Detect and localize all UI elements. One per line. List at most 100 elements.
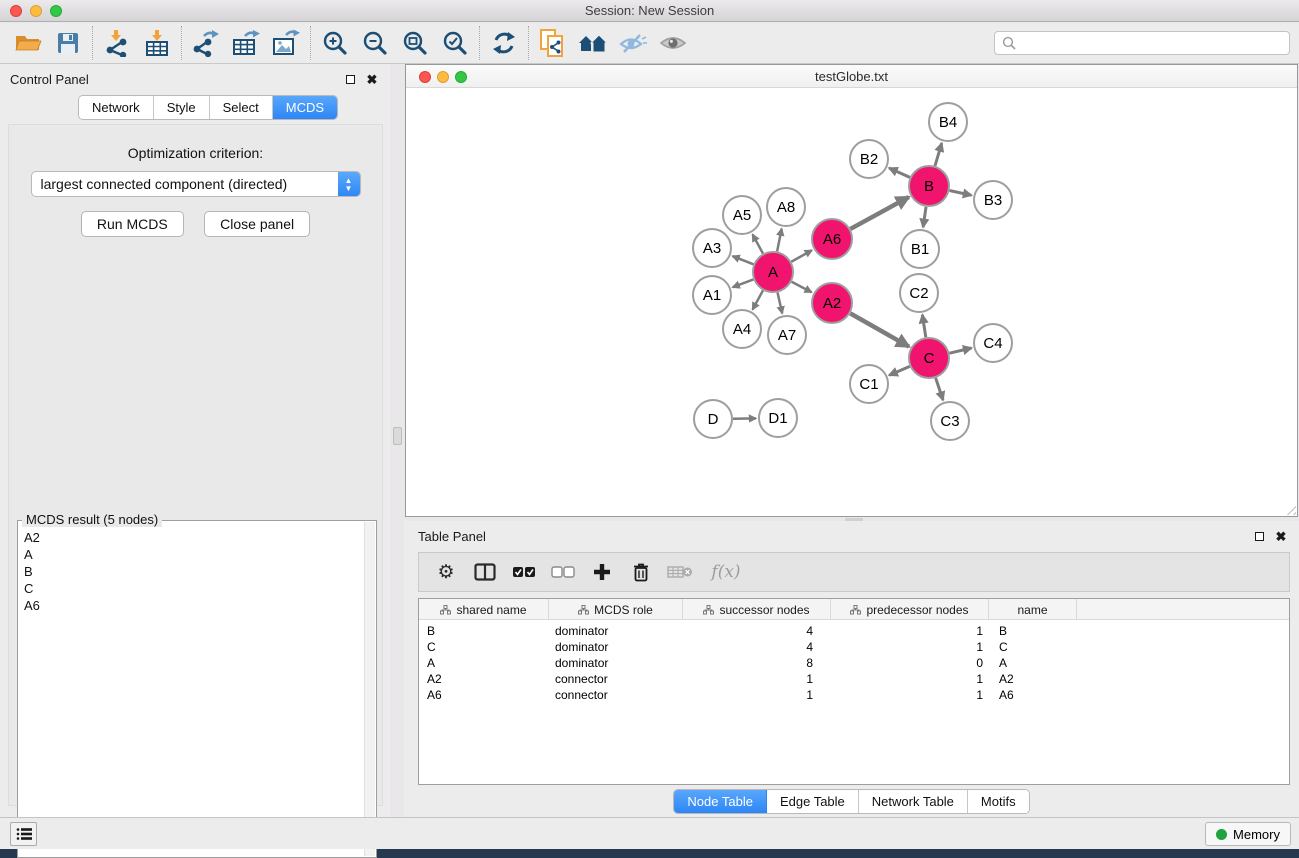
graph-node-C4[interactable]: C4 bbox=[974, 324, 1012, 362]
graph-node-A6[interactable]: A6 bbox=[812, 219, 852, 259]
column-header-name[interactable]: name bbox=[989, 599, 1077, 620]
table-cell[interactable]: 0 bbox=[831, 655, 989, 671]
graph-node-A8[interactable]: A8 bbox=[767, 188, 805, 226]
result-item[interactable]: A2 bbox=[20, 529, 364, 546]
graph-edge-A-A2[interactable] bbox=[792, 282, 812, 293]
show-all-button[interactable] bbox=[653, 27, 693, 59]
column-header-predecessor-nodes[interactable]: predecessor nodes bbox=[831, 599, 989, 620]
graph-edge-B-B4[interactable] bbox=[935, 143, 942, 166]
function-builder-button[interactable]: f(x) bbox=[704, 558, 748, 586]
zoom-in-button[interactable] bbox=[315, 27, 355, 59]
graph-node-D1[interactable]: D1 bbox=[759, 399, 797, 437]
graph-node-B2[interactable]: B2 bbox=[850, 140, 888, 178]
graph-node-B3[interactable]: B3 bbox=[974, 181, 1012, 219]
tab-network[interactable]: Network bbox=[79, 96, 154, 119]
table-cell[interactable]: 1 bbox=[683, 671, 831, 687]
table-cell[interactable]: dominator bbox=[549, 655, 683, 671]
close-panel-button[interactable]: ✖ bbox=[364, 71, 380, 87]
delete-column-button[interactable] bbox=[626, 558, 656, 586]
save-session-button[interactable] bbox=[48, 27, 88, 59]
new-network-from-selection-button[interactable] bbox=[533, 27, 573, 59]
unselect-all-button[interactable] bbox=[548, 558, 578, 586]
table-row[interactable]: A6connector11A6 bbox=[419, 687, 1289, 703]
add-column-button[interactable] bbox=[587, 558, 617, 586]
graph-node-C3[interactable]: C3 bbox=[931, 402, 969, 440]
graph-edge-B-B1[interactable] bbox=[923, 207, 926, 227]
result-item[interactable]: C bbox=[20, 580, 364, 597]
table-cell[interactable]: 4 bbox=[683, 623, 831, 639]
table-cell[interactable]: B bbox=[419, 623, 549, 639]
tab-node-table[interactable]: Node Table bbox=[674, 790, 767, 813]
table-cell[interactable]: connector bbox=[549, 671, 683, 687]
table-row[interactable]: Cdominator41C bbox=[419, 639, 1289, 655]
graph-edge-C-C4[interactable] bbox=[949, 348, 971, 353]
column-header-shared-name[interactable]: shared name bbox=[419, 599, 549, 620]
graph-node-B[interactable]: B bbox=[909, 166, 949, 206]
open-session-button[interactable] bbox=[8, 27, 48, 59]
export-image-button[interactable] bbox=[266, 27, 306, 59]
graph-edge-A-A7[interactable] bbox=[778, 292, 783, 313]
table-cell[interactable]: dominator bbox=[549, 639, 683, 655]
table-cell[interactable]: 1 bbox=[683, 687, 831, 703]
result-item[interactable]: A6 bbox=[20, 597, 364, 614]
graph-node-A5[interactable]: A5 bbox=[723, 196, 761, 234]
graph-node-D[interactable]: D bbox=[694, 400, 732, 438]
tab-mcds[interactable]: MCDS bbox=[273, 96, 337, 119]
criterion-dropdown[interactable]: largest connected component (directed) ▲… bbox=[31, 171, 361, 197]
run-mcds-button[interactable]: Run MCDS bbox=[81, 211, 184, 237]
column-header-successor-nodes[interactable]: successor nodes bbox=[683, 599, 831, 620]
vertical-split-handle[interactable] bbox=[393, 427, 402, 445]
graph-edge-A-A5[interactable] bbox=[753, 234, 763, 253]
zoom-fit-button[interactable] bbox=[395, 27, 435, 59]
graph-edge-A-A6[interactable] bbox=[791, 250, 812, 262]
graph-edge-A2-C[interactable] bbox=[850, 313, 909, 346]
table-cell[interactable]: dominator bbox=[549, 623, 683, 639]
zoom-selected-button[interactable] bbox=[435, 27, 475, 59]
graph-edge-B-B2[interactable] bbox=[889, 168, 910, 177]
table-row[interactable]: Adominator80A bbox=[419, 655, 1289, 671]
graph-node-B4[interactable]: B4 bbox=[929, 103, 967, 141]
graph-node-A1[interactable]: A1 bbox=[693, 276, 731, 314]
graph-node-A3[interactable]: A3 bbox=[693, 229, 731, 267]
table-cell[interactable]: A2 bbox=[989, 671, 1077, 687]
export-network-button[interactable] bbox=[186, 27, 226, 59]
export-table-button[interactable] bbox=[226, 27, 266, 59]
table-cell[interactable]: A6 bbox=[419, 687, 549, 703]
graph-node-C[interactable]: C bbox=[909, 338, 949, 378]
graph-edge-C-C2[interactable] bbox=[922, 315, 925, 338]
import-network-button[interactable] bbox=[97, 27, 137, 59]
table-row[interactable]: A2connector11A2 bbox=[419, 671, 1289, 687]
result-item[interactable]: A bbox=[20, 546, 364, 563]
select-all-button[interactable] bbox=[509, 558, 539, 586]
table-settings-button[interactable]: ⚙ bbox=[431, 558, 461, 586]
search-input[interactable] bbox=[1020, 33, 1289, 53]
table-cell[interactable]: B bbox=[989, 623, 1077, 639]
delete-table-button[interactable] bbox=[665, 558, 695, 586]
graph-edge-A-A1[interactable] bbox=[733, 279, 754, 287]
memory-button[interactable]: Memory bbox=[1205, 822, 1291, 846]
table-cell[interactable]: 1 bbox=[831, 639, 989, 655]
table-cell[interactable]: 4 bbox=[683, 639, 831, 655]
zoom-out-button[interactable] bbox=[355, 27, 395, 59]
graph-edge-C-C3[interactable] bbox=[936, 378, 943, 400]
network-canvas[interactable]: B4B2BB3A8A5A6A3B1AA1C2A2A4A7C4CC1DD1C3 bbox=[407, 89, 1296, 515]
refresh-view-button[interactable] bbox=[484, 27, 524, 59]
graph-edge-A-A3[interactable] bbox=[732, 256, 753, 264]
graph-node-C1[interactable]: C1 bbox=[850, 365, 888, 403]
graph-edge-A-A8[interactable] bbox=[777, 229, 782, 252]
show-panels-button[interactable] bbox=[10, 822, 37, 846]
first-neighbors-button[interactable] bbox=[573, 27, 613, 59]
result-list-scrollbar[interactable] bbox=[364, 522, 375, 856]
table-cell[interactable]: A2 bbox=[419, 671, 549, 687]
table-cell[interactable]: 1 bbox=[831, 687, 989, 703]
result-item[interactable]: B bbox=[20, 563, 364, 580]
column-view-button[interactable] bbox=[470, 558, 500, 586]
table-cell[interactable]: 1 bbox=[831, 623, 989, 639]
graph-node-A2[interactable]: A2 bbox=[812, 283, 852, 323]
import-table-button[interactable] bbox=[137, 27, 177, 59]
tab-style[interactable]: Style bbox=[154, 96, 210, 119]
graph-edge-A-A4[interactable] bbox=[753, 290, 763, 309]
graph-node-A7[interactable]: A7 bbox=[768, 316, 806, 354]
table-cell[interactable]: A bbox=[419, 655, 549, 671]
table-float-button[interactable] bbox=[1251, 528, 1267, 544]
